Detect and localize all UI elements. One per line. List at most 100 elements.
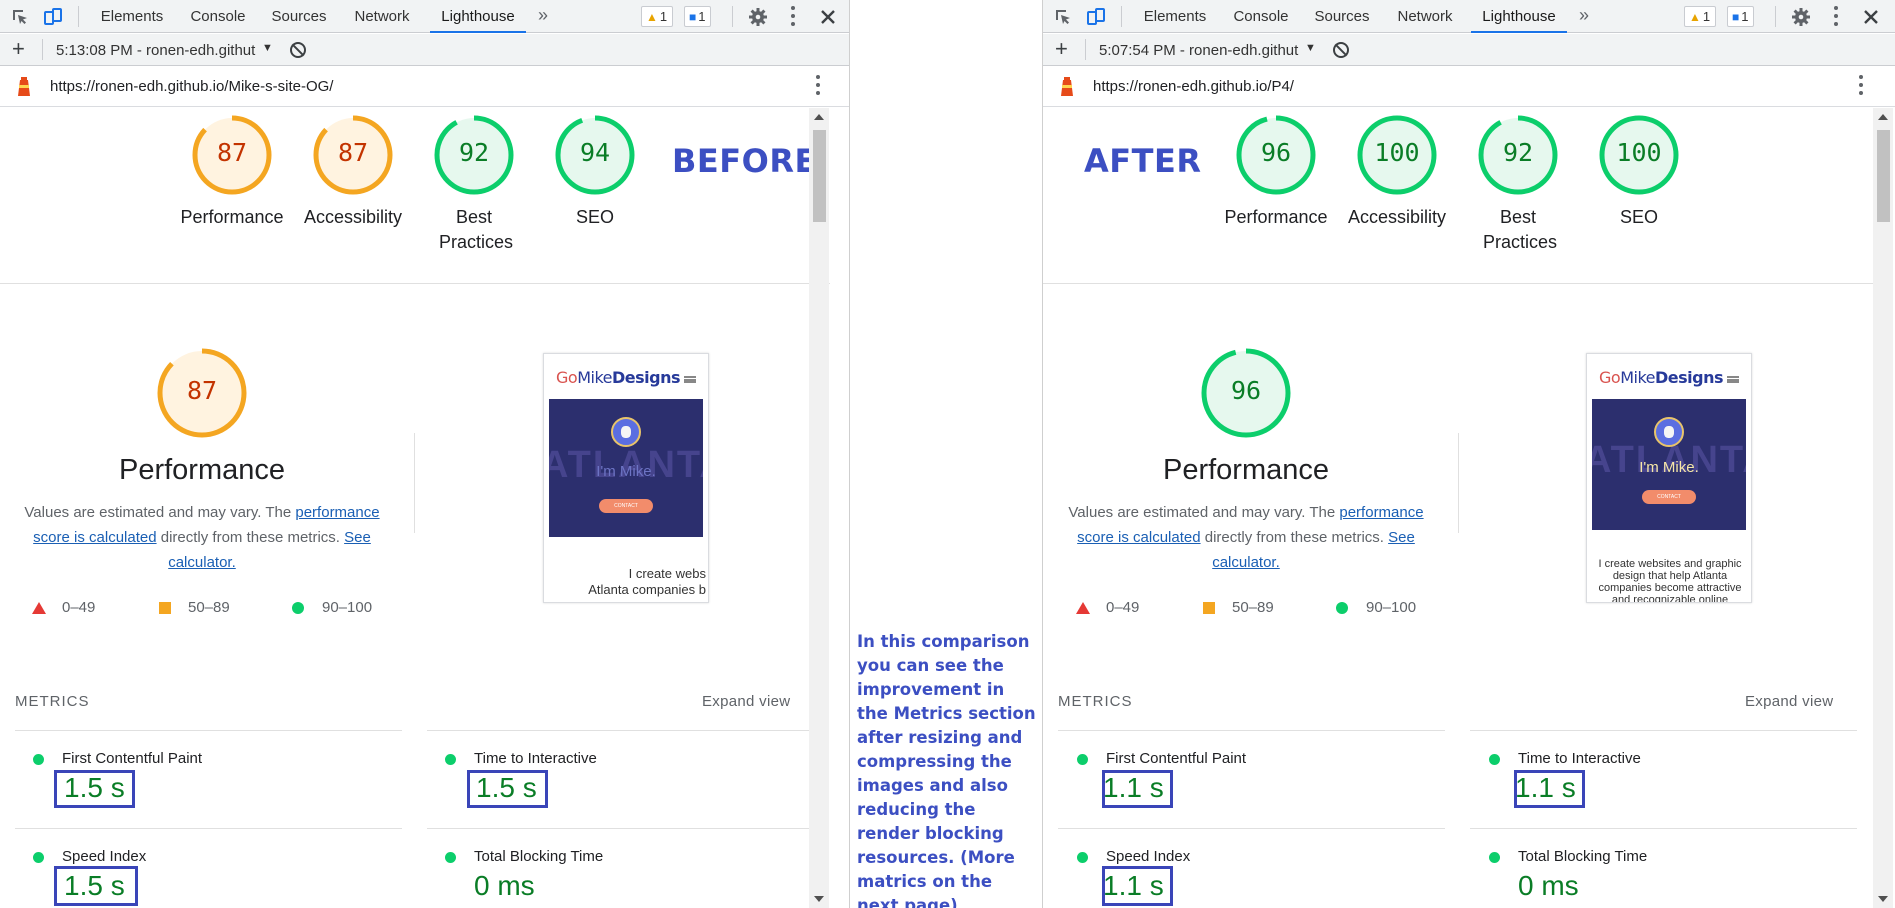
metric-si-title: Speed Index: [1106, 848, 1191, 865]
scroll-up-icon[interactable]: [814, 114, 824, 120]
gauge-seo[interactable]: 94 SEO: [545, 113, 645, 230]
final-screenshot-thumbnail[interactable]: GoMikeDesigns ATLANTA I'm Mike. CONTACT …: [543, 353, 709, 603]
highlight-box: [54, 770, 135, 808]
report-menu-icon[interactable]: [815, 75, 821, 97]
site-logo: GoMikeDesigns: [556, 368, 681, 387]
report-url-bar: https://ronen-edh.github.io/P4/: [1043, 67, 1895, 107]
before-label: BEFORE: [672, 142, 817, 180]
metric-tbt-title: Total Blocking Time: [1518, 848, 1648, 865]
fail-triangle-icon: [1076, 602, 1090, 614]
final-screenshot-thumbnail[interactable]: GoMikeDesigns ATLANTA I'm Mike. CONTACT …: [1586, 353, 1752, 603]
lighthouse-logo-icon: [1061, 77, 1073, 96]
highlight-box: [1514, 770, 1585, 808]
tab-network[interactable]: Network: [351, 0, 413, 33]
metric-tti-title: Time to Interactive: [474, 750, 597, 767]
expand-view-toggle[interactable]: Expand view: [702, 693, 790, 710]
hamburger-menu-icon: [684, 376, 696, 383]
tab-elements[interactable]: Elements: [97, 0, 167, 33]
gauge-performance[interactable]: 87 Performance: [180, 113, 284, 230]
chevron-down-icon[interactable]: ▼: [1305, 42, 1316, 54]
highlight-box: [1102, 770, 1173, 808]
devtools-tabbar: Elements Console Sources Network Lightho…: [0, 0, 849, 33]
legend-average: 50–89: [1232, 599, 1274, 616]
gauge-accessibility[interactable]: 87 Accessibility: [298, 113, 408, 230]
gauge-performance[interactable]: 96 Performance: [1224, 113, 1328, 230]
gauge-seo[interactable]: 100 SEO: [1589, 113, 1689, 230]
messages-badge[interactable]: ■ 1: [1727, 6, 1755, 27]
close-icon[interactable]: [1861, 7, 1881, 27]
metric-tbt-value: 0 ms: [1518, 870, 1579, 901]
legend-average: 50–89: [188, 599, 230, 616]
device-toolbar-icon[interactable]: [1086, 7, 1106, 27]
messages-badge[interactable]: ■ 1: [684, 6, 712, 27]
report-scrollbar[interactable]: [1873, 108, 1893, 908]
metric-fcp-title: First Contentful Paint: [62, 750, 203, 767]
chevron-down-icon[interactable]: ▼: [262, 42, 273, 54]
report-url[interactable]: https://ronen-edh.github.io/Mike-s-site-…: [50, 78, 333, 95]
scroll-up-icon[interactable]: [1878, 114, 1888, 120]
warnings-badge[interactable]: ▲ 1: [641, 6, 674, 27]
highlight-box: [467, 770, 548, 808]
report-selector[interactable]: 5:07:54 PM - ronen-edh.githut: [1099, 42, 1321, 59]
expand-view-toggle[interactable]: Expand view: [1745, 693, 1833, 710]
score-legend: 0–49 50–89 90–100: [1043, 598, 1443, 618]
pass-circle-icon: [445, 754, 456, 765]
gauge-label: Performance: [180, 207, 284, 227]
device-toolbar-icon[interactable]: [43, 7, 63, 27]
tab-lighthouse[interactable]: Lighthouse: [1471, 0, 1567, 33]
report-menu-icon[interactable]: [1858, 75, 1864, 97]
tab-console[interactable]: Console: [187, 0, 249, 33]
hero-body-text: I create webs Atlanta companies b: [588, 566, 706, 597]
metric-si-title: Speed Index: [62, 848, 147, 865]
more-tabs-icon[interactable]: »: [1579, 0, 1589, 33]
hero-greeting: I'm Mike.: [596, 463, 656, 480]
tab-network[interactable]: Network: [1394, 0, 1456, 33]
gauge-best-practices[interactable]: 92 Best Practices: [424, 113, 524, 255]
clear-reports-icon[interactable]: [1333, 42, 1349, 58]
report-scrollbar[interactable]: [809, 108, 829, 908]
tab-console[interactable]: Console: [1230, 0, 1292, 33]
scroll-down-icon[interactable]: [1878, 896, 1888, 902]
scroll-thumb[interactable]: [813, 130, 826, 222]
metric-tbt-value: 0 ms: [474, 870, 535, 901]
gauge-best-practices[interactable]: 92 Best Practices: [1468, 113, 1568, 255]
inspect-element-icon[interactable]: [10, 7, 30, 27]
scroll-down-icon[interactable]: [814, 896, 824, 902]
close-icon[interactable]: [818, 7, 838, 27]
gauge-label: SEO: [575, 207, 614, 227]
report-url[interactable]: https://ronen-edh.github.io/P4/: [1093, 78, 1294, 95]
tab-elements[interactable]: Elements: [1140, 0, 1210, 33]
inspect-element-icon[interactable]: [1053, 7, 1073, 27]
pass-circle-icon: [1336, 602, 1348, 614]
scroll-thumb[interactable]: [1877, 130, 1890, 222]
report-content: 87 Performance 87 Accessibility 92 Best …: [0, 108, 849, 908]
more-tabs-icon[interactable]: »: [538, 0, 548, 33]
metric-tti-title: Time to Interactive: [1518, 750, 1641, 767]
gauge-label: Performance: [1224, 207, 1328, 227]
customize-menu-icon[interactable]: [790, 6, 796, 28]
clear-reports-icon[interactable]: [290, 42, 306, 58]
customize-menu-icon[interactable]: [1833, 6, 1839, 28]
gauge-accessibility[interactable]: 100 Accessibility: [1342, 113, 1452, 230]
report-selector[interactable]: 5:13:08 PM - ronen-edh.githut: [56, 42, 278, 59]
fail-triangle-icon: [32, 602, 46, 614]
settings-gear-icon[interactable]: [748, 7, 768, 27]
new-report-icon[interactable]: +: [12, 37, 25, 61]
settings-gear-icon[interactable]: [1791, 7, 1811, 27]
new-report-icon[interactable]: +: [1055, 37, 1068, 61]
performance-title: Performance: [1162, 454, 1329, 486]
tab-sources[interactable]: Sources: [1313, 0, 1371, 33]
pass-circle-icon: [445, 852, 456, 863]
tab-sources[interactable]: Sources: [270, 0, 328, 33]
gauge-score: 96: [1260, 138, 1292, 167]
gauge-label: Accessibility: [303, 207, 403, 227]
gauge-label: Accessibility: [1347, 207, 1447, 227]
warnings-badge[interactable]: ▲ 1: [1684, 6, 1717, 27]
tab-lighthouse[interactable]: Lighthouse: [430, 0, 526, 33]
site-logo: GoMikeDesigns: [1599, 368, 1724, 387]
divider: [1458, 433, 1459, 533]
gauge-label: Best Practices: [439, 207, 514, 252]
warning-icon: ▲: [646, 10, 658, 24]
pass-circle-icon: [1489, 852, 1500, 863]
legend-fail: 0–49: [1106, 599, 1140, 616]
